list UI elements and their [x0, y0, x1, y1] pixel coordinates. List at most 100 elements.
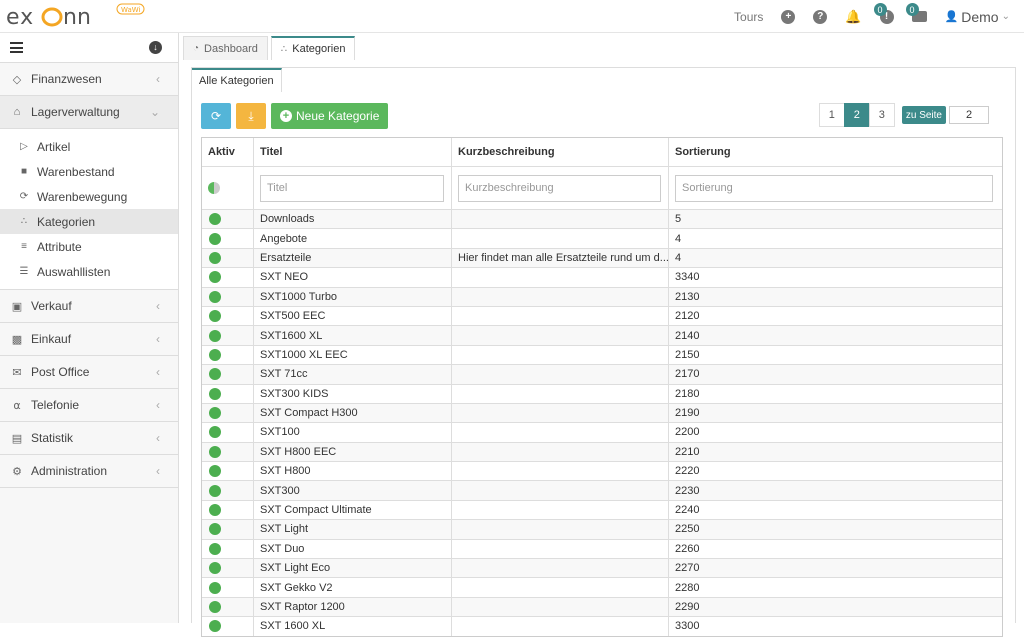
help-button[interactable]: ? — [813, 0, 828, 33]
kurzbeschreibung-cell[interactable] — [452, 597, 669, 617]
table-row[interactable]: Ersatzteile Hier findet man alle Ersatzte… — [202, 248, 1002, 269]
table-row[interactable]: SXT H800 EEC 2210 — [202, 442, 1002, 463]
kurzbeschreibung-cell[interactable] — [452, 287, 669, 306]
active-status-icon[interactable] — [209, 426, 221, 439]
sortierung-cell[interactable]: 4 — [669, 249, 1002, 267]
page-number-input[interactable]: 2 — [949, 106, 989, 124]
active-status-icon[interactable] — [209, 523, 221, 536]
titel-cell[interactable]: Ersatzteile — [254, 248, 452, 268]
table-row[interactable]: SXT 1600 XL 3300 — [202, 617, 1002, 636]
titel-cell[interactable]: SXT NEO — [254, 268, 452, 287]
download-icon[interactable]: ↓ — [149, 41, 162, 54]
table-row[interactable]: SXT Light Eco 2270 — [202, 559, 1002, 579]
sortierung-cell[interactable]: 2240 — [669, 501, 1002, 519]
titel-cell[interactable]: SXT1000 Turbo — [254, 287, 452, 306]
titel-cell[interactable]: SXT H800 — [254, 462, 452, 481]
titel-cell[interactable]: SXT Light Eco — [254, 559, 452, 578]
sortierung-cell[interactable]: 2220 — [669, 462, 1002, 480]
sortierung-cell[interactable]: 2290 — [669, 598, 1002, 616]
active-status-icon[interactable] — [209, 348, 221, 361]
sortierung-cell[interactable]: 2280 — [669, 578, 1002, 596]
sortierung-cell[interactable]: 2150 — [669, 346, 1002, 364]
titel-cell[interactable]: SXT Compact Ultimate — [254, 500, 452, 520]
table-row[interactable]: SXT Duo 2260 — [202, 539, 1002, 560]
table-row[interactable]: SXT Raptor 1200 2290 — [202, 597, 1002, 618]
table-row[interactable]: SXT Compact Ultimate 2240 — [202, 500, 1002, 521]
active-status-icon[interactable] — [209, 271, 221, 284]
sidebar-subitem-kategorien[interactable]: ∴ Kategorien — [0, 209, 178, 234]
sortierung-cell[interactable]: 2210 — [669, 443, 1002, 461]
half-circle-icon[interactable] — [208, 182, 220, 194]
sidebar-item-statistik[interactable]: ▤ Statistik ‹ — [0, 422, 178, 455]
titel-cell[interactable]: SXT 1600 XL — [254, 617, 452, 636]
messages-button[interactable]: 0 — [905, 0, 927, 33]
titel-filter-input[interactable]: Titel — [260, 174, 444, 202]
titel-cell[interactable]: SXT Compact H300 — [254, 403, 452, 423]
sortierung-cell[interactable]: 2270 — [669, 559, 1002, 577]
sortierung-cell[interactable]: 2190 — [669, 404, 1002, 422]
table-row[interactable]: SXT Gekko V2 2280 — [202, 578, 1002, 598]
table-row[interactable]: SXT100 2200 — [202, 423, 1002, 443]
active-status-icon[interactable] — [209, 407, 221, 420]
notifications-button[interactable]: 🔔 — [845, 0, 861, 33]
tours-link[interactable]: Tours — [734, 0, 763, 33]
page-button-1[interactable]: 1 — [818, 103, 845, 127]
sortierung-cell[interactable]: 2230 — [669, 481, 1002, 499]
table-row[interactable]: Downloads 5 — [202, 210, 1002, 230]
kurzbeschreibung-cell[interactable] — [452, 229, 669, 248]
titel-cell[interactable]: SXT Light — [254, 520, 452, 539]
sortierung-filter-input[interactable]: Sortierung — [675, 174, 993, 202]
active-status-icon[interactable] — [209, 484, 221, 497]
titel-cell[interactable]: SXT1000 XL EEC — [254, 345, 452, 365]
table-row[interactable]: SXT1000 Turbo 2130 — [202, 287, 1002, 307]
sortierung-cell[interactable]: 2120 — [669, 307, 1002, 325]
kurzbeschreibung-cell[interactable] — [452, 423, 669, 442]
sidebar-item-lagerverwaltung[interactable]: ⌂ Lagerverwaltung ⌄ — [0, 96, 178, 129]
refresh-button[interactable]: ⟳ — [201, 103, 231, 129]
page-button-2[interactable]: 2 — [843, 103, 870, 127]
active-status-icon[interactable] — [209, 601, 221, 613]
titel-cell[interactable]: SXT H800 EEC — [254, 442, 452, 462]
add-button[interactable]: + — [781, 0, 796, 33]
sidebar-item-administration[interactable]: ⚙ Administration ‹ — [0, 455, 178, 488]
active-status-icon[interactable] — [209, 310, 221, 323]
active-status-icon[interactable] — [209, 251, 221, 264]
kurzbeschreibung-filter-input[interactable]: Kurzbeschreibung — [458, 174, 661, 202]
sidebar-item-einkauf[interactable]: ▩ Einkauf ‹ — [0, 323, 178, 356]
titel-cell[interactable]: SXT Raptor 1200 — [254, 597, 452, 617]
titel-cell[interactable]: SXT Duo — [254, 539, 452, 559]
column-header-aktiv[interactable]: Aktiv — [202, 138, 254, 166]
active-status-icon[interactable] — [209, 368, 221, 381]
active-status-icon[interactable] — [209, 504, 221, 517]
sortierung-cell[interactable]: 2130 — [669, 288, 1002, 306]
column-header-sortierung[interactable]: Sortierung — [669, 138, 1002, 166]
kurzbeschreibung-cell[interactable] — [452, 500, 669, 520]
kurzbeschreibung-cell[interactable] — [452, 481, 669, 500]
user-menu[interactable]: 👤 Demo ⌄ — [945, 0, 1010, 33]
sidebar-item-finanzwesen[interactable]: ◇ Finanzwesen ‹ — [0, 63, 178, 96]
sidebar-subitem-warenbewegung[interactable]: ⟳ Warenbewegung — [0, 184, 178, 209]
sortierung-cell[interactable]: 2250 — [669, 520, 1002, 538]
tab-kategorien[interactable]: ∴ Kategorien — [270, 36, 356, 60]
sidebar-subitem-auswahllisten[interactable]: ☰ Auswahllisten — [0, 259, 178, 284]
sidebar-item-post-office[interactable]: ✉ Post Office ‹ — [0, 356, 178, 389]
table-row[interactable]: SXT1600 XL 2140 — [202, 326, 1002, 346]
titel-cell[interactable]: SXT300 — [254, 481, 452, 500]
column-header-kurzbeschreibung[interactable]: Kurzbeschreibung — [452, 138, 669, 166]
sortierung-cell[interactable]: 2180 — [669, 385, 1002, 403]
new-category-button[interactable]: + Neue Kategorie — [271, 103, 389, 129]
table-row[interactable]: SXT1000 XL EEC 2150 — [202, 345, 1002, 366]
tab-dashboard[interactable]: ◔ Dashboard — [183, 36, 268, 60]
sortierung-cell[interactable]: 5 — [669, 210, 1002, 228]
titel-cell[interactable]: SXT1600 XL — [254, 326, 452, 345]
sidebar-item-verkauf[interactable]: ▣ Verkauf ‹ — [0, 290, 178, 323]
table-row[interactable]: SXT500 EEC 2120 — [202, 306, 1002, 327]
active-status-icon[interactable] — [209, 232, 221, 245]
active-status-icon[interactable] — [209, 329, 221, 342]
exonn-logo[interactable]: ex nn WaWi — [6, 3, 146, 29]
kurzbeschreibung-cell[interactable] — [452, 442, 669, 462]
column-header-titel[interactable]: Titel — [254, 138, 452, 166]
titel-cell[interactable]: SXT300 KIDS — [254, 384, 452, 403]
kurzbeschreibung-cell[interactable]: Hier findet man alle Ersatzteile rund um… — [452, 248, 669, 268]
sortierung-cell[interactable]: 2260 — [669, 540, 1002, 558]
